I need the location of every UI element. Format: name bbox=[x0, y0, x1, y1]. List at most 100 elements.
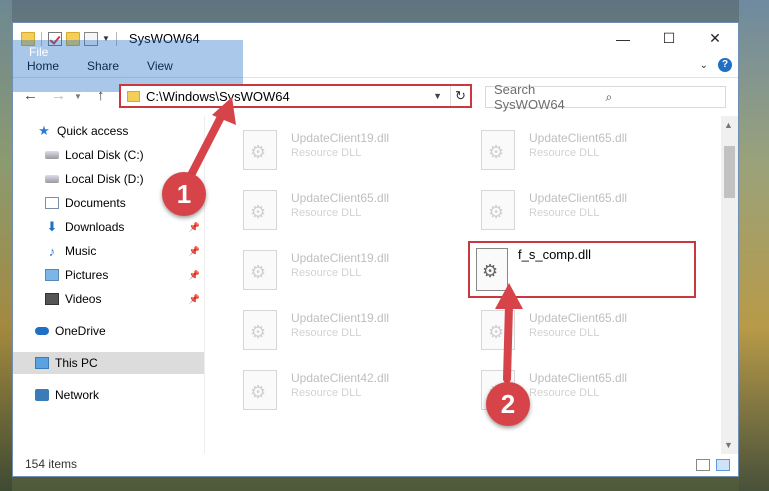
highlighted-file-name: f_s_comp.dll bbox=[518, 247, 591, 262]
file-type: Resource DLL bbox=[291, 387, 362, 399]
large-icons-view-icon[interactable] bbox=[716, 459, 730, 471]
help-icon[interactable]: ? bbox=[718, 58, 732, 72]
sidebar-item-label: Videos bbox=[65, 292, 102, 306]
file-type: Resource DLL bbox=[529, 147, 600, 159]
folder-icon bbox=[127, 90, 140, 102]
desktop-background-right bbox=[739, 0, 769, 491]
search-placeholder: Search SysWOW64 bbox=[494, 82, 565, 112]
sidebar-item-label: Local Disk (C:) bbox=[65, 148, 144, 162]
drive-icon bbox=[45, 175, 59, 183]
file-name: UpdateClient65.dll bbox=[529, 191, 628, 205]
sidebar-item-pictures[interactable]: Pictures 📌 bbox=[13, 264, 204, 286]
ribbon-tabs: File Home Share View ⌄ ? bbox=[13, 39, 738, 92]
sidebar-item-quick-access[interactable]: ★ Quick access bbox=[13, 120, 204, 142]
back-arrow-icon[interactable]: ← bbox=[23, 87, 38, 104]
sidebar-item-videos[interactable]: Videos 📌 bbox=[13, 288, 204, 310]
minimize-button[interactable]: — bbox=[600, 23, 646, 54]
file-type: Resource DLL bbox=[291, 267, 362, 279]
forward-arrow-icon[interactable]: → bbox=[51, 87, 66, 104]
scroll-down-icon[interactable]: ▼ bbox=[724, 440, 733, 450]
sidebar-item-label: OneDrive bbox=[55, 324, 106, 338]
maximize-button[interactable]: ☐ bbox=[646, 23, 692, 54]
ribbon-right-controls: ⌄ ? bbox=[700, 58, 732, 72]
file-item[interactable]: UpdateClient65.dll Resource DLL bbox=[473, 122, 703, 174]
expand-ribbon-chevron-icon[interactable]: ⌄ bbox=[700, 60, 708, 71]
dll-file-icon bbox=[243, 190, 277, 230]
document-icon bbox=[45, 197, 59, 209]
scroll-thumb[interactable] bbox=[724, 146, 735, 198]
annotation-step-1: 1 bbox=[162, 172, 206, 216]
annotation-step-2: 2 bbox=[486, 382, 530, 426]
sidebar-item-label: This PC bbox=[55, 356, 98, 370]
file-item[interactable]: UpdateClient65.dll Resource DLL bbox=[473, 182, 703, 234]
file-name: UpdateClient19.dll bbox=[291, 311, 390, 325]
pin-icon[interactable]: 📌 bbox=[189, 294, 200, 305]
file-name: UpdateClient65.dll bbox=[529, 371, 628, 385]
sidebar-item-label: Music bbox=[65, 244, 97, 258]
file-type: Resource DLL bbox=[291, 207, 362, 219]
dll-file-icon bbox=[481, 190, 515, 230]
file-name: UpdateClient65.dll bbox=[291, 191, 390, 205]
up-arrow-icon[interactable]: ↑ bbox=[97, 87, 105, 104]
details-view-icon[interactable] bbox=[696, 459, 710, 471]
view-toggle bbox=[696, 459, 730, 471]
star-icon: ★ bbox=[38, 123, 50, 138]
sidebar-item-local-disk-c[interactable]: Local Disk (C:) bbox=[13, 144, 204, 166]
dll-file-icon bbox=[243, 310, 277, 350]
recent-locations-chevron-icon[interactable]: ▼ bbox=[74, 92, 82, 101]
sidebar-item-onedrive[interactable]: OneDrive bbox=[13, 320, 204, 342]
file-type: Resource DLL bbox=[529, 327, 600, 339]
drive-icon bbox=[45, 151, 59, 159]
scroll-up-icon[interactable]: ▲ bbox=[724, 120, 733, 130]
sidebar-item-label: Local Disk (D:) bbox=[65, 172, 144, 186]
address-bar[interactable]: C:\Windows\SysWOW64 ▼ ↻ bbox=[119, 84, 472, 108]
sidebar-item-network[interactable]: Network bbox=[13, 384, 204, 406]
desktop-background-left bbox=[0, 0, 12, 491]
dll-file-icon bbox=[243, 130, 277, 170]
explorer-window: ▼ SysWOW64 — ☐ ✕ File Home Share View ⌄ … bbox=[12, 22, 739, 477]
refresh-icon[interactable]: ↻ bbox=[450, 86, 470, 106]
file-type: Resource DLL bbox=[291, 147, 362, 159]
file-type: Resource DLL bbox=[529, 207, 600, 219]
sidebar-item-music[interactable]: ♪ Music 📌 bbox=[13, 240, 204, 262]
sidebar-item-this-pc[interactable]: This PC bbox=[13, 352, 204, 374]
cloud-icon bbox=[35, 327, 49, 335]
sidebar-item-downloads[interactable]: ⬇ Downloads 📌 bbox=[13, 216, 204, 238]
sidebar-item-label: Pictures bbox=[65, 268, 109, 282]
status-bar: 154 items bbox=[13, 452, 738, 476]
file-type: Resource DLL bbox=[529, 387, 600, 399]
search-input[interactable]: Search SysWOW64 ⌕ bbox=[485, 82, 726, 112]
sidebar-item-label: Network bbox=[55, 388, 100, 402]
file-item[interactable]: UpdateClient19.dll Resource DLL bbox=[235, 242, 465, 294]
search-icon[interactable]: ⌕ bbox=[606, 90, 718, 105]
vertical-scrollbar[interactable]: ▲ ▼ bbox=[721, 116, 738, 454]
dll-file-icon bbox=[243, 370, 277, 410]
sidebar-item-label: Quick access bbox=[57, 124, 129, 138]
file-type: Resource DLL bbox=[291, 327, 362, 339]
file-item[interactable]: UpdateClient19.dll Resource DLL bbox=[235, 302, 465, 354]
sidebar-item-label: Documents bbox=[65, 196, 126, 210]
pin-icon[interactable]: 📌 bbox=[189, 270, 200, 281]
pin-icon[interactable]: 📌 bbox=[189, 246, 200, 257]
file-name: UpdateClient65.dll bbox=[529, 131, 628, 145]
pin-icon[interactable]: 📌 bbox=[189, 222, 200, 233]
annotation-arrow-2 bbox=[495, 283, 523, 383]
navigation-pane: ★ Quick access Local Disk (C:) Local Dis… bbox=[13, 116, 205, 454]
network-icon bbox=[35, 389, 49, 401]
address-dropdown-chevron-icon[interactable]: ▼ bbox=[433, 91, 442, 101]
music-icon: ♪ bbox=[48, 243, 56, 259]
file-name: UpdateClient65.dll bbox=[529, 311, 628, 325]
file-item[interactable]: UpdateClient42.dll Resource DLL bbox=[235, 362, 465, 414]
videos-icon bbox=[45, 293, 59, 305]
item-count: 154 items bbox=[25, 457, 78, 471]
file-name: UpdateClient19.dll bbox=[291, 131, 390, 145]
close-button[interactable]: ✕ bbox=[692, 23, 738, 54]
file-item[interactable]: UpdateClient65.dll Resource DLL bbox=[235, 182, 465, 234]
dll-file-icon bbox=[243, 250, 277, 290]
file-name: UpdateClient19.dll bbox=[291, 251, 390, 265]
file-item[interactable]: UpdateClient19.dll Resource DLL bbox=[235, 122, 465, 174]
address-row: ← → ▼ ↑ C:\Windows\SysWOW64 ▼ ↻ Search S… bbox=[13, 78, 738, 116]
pictures-icon bbox=[45, 269, 59, 281]
file-name: UpdateClient42.dll bbox=[291, 371, 390, 385]
dll-file-icon bbox=[481, 130, 515, 170]
